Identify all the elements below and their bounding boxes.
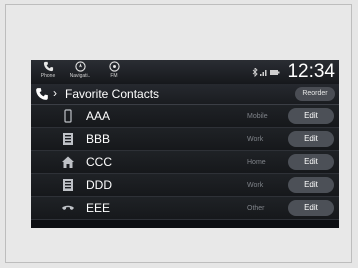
phone-handset-icon [62,205,74,210]
reorder-button[interactable]: Reorder [295,87,335,101]
infotainment-screen: Phone Navigati.. FM 12:34 › Favorite Con… [31,60,339,228]
contact-type: Work [247,136,264,143]
signal-strength-icon [260,70,267,76]
contact-name: DDD [86,178,112,192]
nav-phone-button[interactable]: Phone [35,61,61,83]
office-building-icon [63,179,73,191]
phone-icon[interactable] [35,87,49,101]
compass-icon [74,61,86,72]
edit-button[interactable]: Edit [288,154,334,170]
mobile-phone-icon [64,109,72,123]
contact-name: BBB [86,132,111,146]
edit-button[interactable]: Edit [288,177,334,193]
contact-row[interactable]: EEE Other Edit [31,197,339,220]
status-bar: Phone Navigati.. FM 12:34 [31,60,339,84]
contact-row[interactable]: AAA Mobile Edit [31,105,339,128]
figure-frame: Phone Navigati.. FM 12:34 › Favorite Con… [5,4,352,263]
contact-type: Other [247,205,265,212]
status-icons [251,65,281,78]
nav-fm-button[interactable]: FM [101,61,127,83]
contact-row[interactable]: BBB Work Edit [31,128,339,151]
contact-name: CCC [86,155,112,169]
home-icon [62,156,74,168]
phone-icon [43,61,53,72]
favorite-contacts-header: › Favorite Contacts Reorder [31,84,339,105]
radio-icon [108,61,120,72]
contact-type: Mobile [247,113,268,120]
nav-navigation-button[interactable]: Navigati.. [67,61,93,83]
bluetooth-icon [252,66,258,78]
contact-row[interactable]: CCC Home Edit [31,151,339,174]
nav-phone-label: Phone [40,73,56,79]
contact-name: AAA [86,109,111,123]
contact-name: EEE [86,201,111,215]
contact-row[interactable]: DDD Work Edit [31,174,339,197]
edit-button[interactable]: Edit [288,108,334,124]
battery-icon [270,70,280,75]
clock: 12:34 [287,61,335,82]
edit-button[interactable]: Edit [288,200,334,216]
contact-type: Work [247,182,264,189]
page-title: Favorite Contacts [65,87,160,101]
nav-fm-label: FM [110,73,118,79]
breadcrumb-chevron-icon: › [53,86,57,100]
edit-button[interactable]: Edit [288,131,334,147]
office-building-icon [63,133,73,145]
nav-navigation-label: Navigati.. [69,73,91,79]
contact-type: Home [247,159,266,166]
